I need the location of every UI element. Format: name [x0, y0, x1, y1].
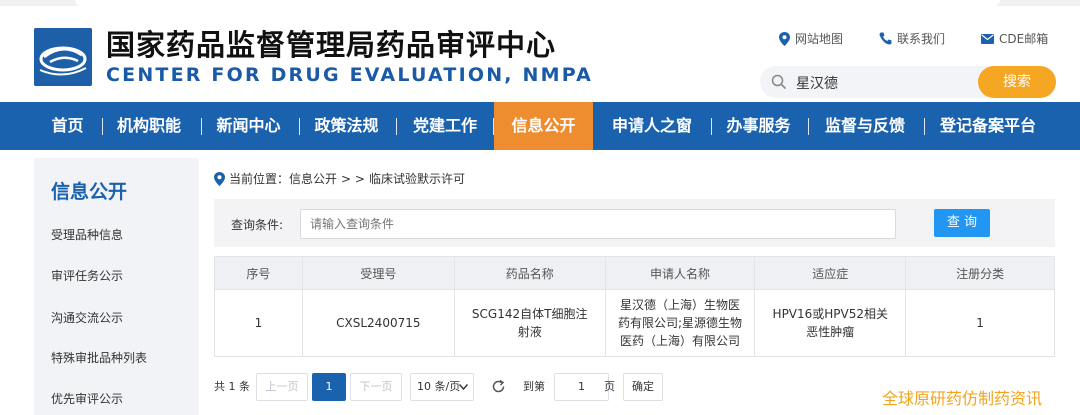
search-button[interactable]: 搜索 — [978, 66, 1056, 98]
prev-page-button[interactable]: 上一页 — [256, 373, 308, 401]
refresh-icon[interactable] — [491, 379, 506, 394]
page-unit-label: 页 — [604, 380, 615, 393]
nav-party[interactable]: 党建工作 — [402, 102, 488, 150]
col-header-index: 序号 — [214, 256, 303, 290]
col-header-acceptance-no: 受理号 — [301, 256, 455, 290]
nav-news[interactable]: 新闻中心 — [206, 102, 291, 150]
nav-divider — [102, 118, 103, 135]
nav-applicant[interactable]: 申请人之窗 — [600, 102, 704, 150]
table-header-row: 序号 受理号 药品名称 申请人名称 适应症 注册分类 — [214, 256, 1055, 290]
left-sidebar: 信息公开 受理品种信息 审评任务公示 沟通交流公示 特殊审批品种列表 优先审评公… — [34, 158, 199, 415]
cde-logo-icon[interactable] — [34, 28, 92, 86]
query-bar: 查询条件: 查 询 — [214, 199, 1055, 247]
cell-registration-class: 1 — [905, 289, 1055, 357]
col-header-registration-class: 注册分类 — [905, 256, 1055, 290]
breadcrumb-separator: > > — [341, 171, 365, 186]
sidebar-item-priority-review[interactable]: 优先审评公示 — [51, 390, 123, 407]
sidebar-item-accepted[interactable]: 受理品种信息 — [51, 226, 123, 243]
site-title-cn: 国家药品监督管理局药品审评中心 — [106, 28, 557, 62]
location-pin-icon — [214, 171, 225, 186]
sitemap-label: 网站地图 — [795, 32, 844, 46]
chevron-down-icon — [459, 384, 468, 390]
nav-services[interactable]: 办事服务 — [716, 102, 801, 150]
breadcrumb-prefix[interactable]: 当前位置：信息公开 — [229, 170, 337, 187]
col-header-indication: 适应症 — [754, 256, 907, 290]
nav-divider — [924, 118, 925, 135]
cde-mail-link[interactable]: CDE邮箱 — [981, 30, 1048, 47]
total-count: 共 1 条 — [214, 380, 250, 393]
search-value: 星汉德 — [796, 76, 838, 92]
query-button[interactable]: 查 询 — [934, 209, 990, 237]
cell-applicant: 星汉德（上海）生物医药有限公司;星源德生物医药（上海）有限公司 — [604, 289, 756, 357]
location-pin-icon — [779, 31, 790, 46]
results-table: 序号 受理号 药品名称 申请人名称 适应症 注册分类 1 CXSL2400715… — [214, 256, 1055, 357]
nav-feedback[interactable]: 监督与反馈 — [813, 102, 917, 150]
breadcrumb: 当前位置：信息公开 > > 临床试验默示许可 — [214, 170, 465, 187]
page-size-value: 10 条/页 — [417, 380, 461, 393]
sidebar-item-communication[interactable]: 沟通交流公示 — [51, 309, 123, 326]
nav-divider — [396, 118, 397, 135]
goto-label: 到第 — [523, 380, 545, 393]
search-icon — [771, 74, 787, 90]
next-page-button[interactable]: 下一页 — [350, 373, 402, 401]
site-search: 星汉德 搜索 — [760, 66, 1056, 102]
breadcrumb-current: 临床试验默示许可 — [368, 172, 465, 186]
nav-registration[interactable]: 登记备案平台 — [929, 102, 1047, 150]
table-row[interactable]: 1 CXSL2400715 SCG142自体T细胞注射液 星汉德（上海）生物医药… — [214, 289, 1055, 357]
main-nav: 首页 机构职能 新闻中心 政策法规 党建工作 信息公开 申请人之窗 办事服务 监… — [0, 102, 1080, 150]
nav-info-public[interactable]: 信息公开 — [494, 102, 593, 150]
cell-index: 1 — [214, 289, 303, 357]
page-size-select[interactable]: 10 条/页 — [410, 373, 474, 401]
nav-functions[interactable]: 机构职能 — [108, 102, 190, 150]
site-header: 国家药品监督管理局药品审评中心 CENTER FOR DRUG EVALUATI… — [0, 6, 1080, 102]
cell-drug-name: SCG142自体T细胞注射液 — [453, 289, 606, 357]
col-header-applicant: 申请人名称 — [604, 256, 756, 290]
nav-divider — [299, 118, 300, 135]
goto-confirm-button[interactable]: 确定 — [623, 373, 663, 401]
mail-icon — [981, 33, 994, 44]
cell-acceptance-no[interactable]: CXSL2400715 — [301, 289, 455, 357]
contact-label: 联系我们 — [897, 32, 946, 46]
sidebar-title: 信息公开 — [51, 181, 128, 203]
query-input[interactable] — [300, 209, 896, 239]
sidebar-item-review-tasks[interactable]: 审评任务公示 — [51, 267, 123, 284]
site-title-en: CENTER FOR DRUG EVALUATION, NMPA — [106, 64, 594, 86]
nav-divider — [201, 118, 202, 135]
mail-label: CDE邮箱 — [999, 32, 1049, 46]
phone-icon — [879, 32, 892, 45]
sitemap-link[interactable]: 网站地图 — [779, 30, 843, 47]
nav-divider — [711, 118, 712, 135]
sidebar-item-special-approval[interactable]: 特殊审批品种列表 — [51, 349, 147, 366]
contact-link[interactable]: 联系我们 — [879, 30, 945, 47]
site-search-input[interactable]: 星汉德 — [760, 66, 1000, 98]
nav-home[interactable]: 首页 — [40, 102, 95, 150]
col-header-drug-name: 药品名称 — [453, 256, 606, 290]
cell-indication: HPV16或HPV52相关恶性肿瘤 — [754, 289, 907, 357]
page-number-button[interactable]: 1 — [312, 373, 346, 401]
goto-page-input[interactable]: 1 — [554, 373, 609, 401]
nav-policy[interactable]: 政策法规 — [304, 102, 389, 150]
nav-divider — [808, 118, 809, 135]
watermark-text: 全球原研药仿制药资讯 — [882, 389, 1043, 408]
query-label: 查询条件: — [231, 218, 284, 232]
